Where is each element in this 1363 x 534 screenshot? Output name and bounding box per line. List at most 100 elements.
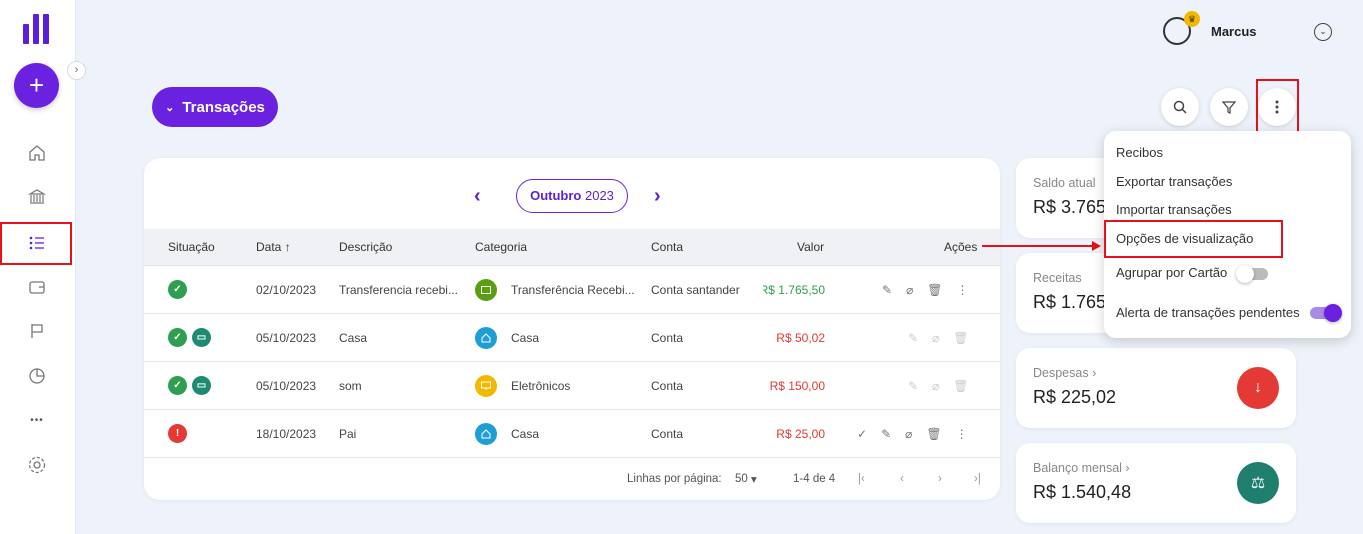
despesas-value: R$ 225,02 — [1033, 387, 1117, 407]
transfer-icon — [475, 278, 497, 301]
row-account: Conta — [651, 426, 684, 441]
kebab-icon[interactable]: ⋮ — [957, 283, 969, 297]
col-account[interactable]: Conta — [651, 229, 683, 265]
list-icon[interactable] — [25, 231, 49, 255]
trash-icon[interactable]: 🗑 — [927, 283, 942, 297]
annotation-arrow — [982, 241, 1101, 251]
row-account: Conta — [651, 378, 684, 393]
menu-item-importar[interactable]: Importar transações — [1116, 202, 1232, 217]
month-label: Outubro — [530, 188, 582, 203]
table-row[interactable]: ✓ ▭ 05/10/2023 Casa Casa Conta R$ 50,02 ✎… — [144, 314, 1000, 362]
attach-icon[interactable]: ⌀ — [906, 283, 913, 297]
avatar: ♛ — [1163, 11, 1200, 45]
attach-icon[interactable]: ⌀ — [932, 379, 939, 393]
search-button[interactable] — [1161, 88, 1199, 126]
row-value: R$ 50,02 — [776, 330, 825, 345]
row-category: Transferência Recebi... — [511, 282, 635, 297]
chevron-down-icon[interactable]: ⌄ — [1314, 23, 1332, 41]
flag-icon[interactable] — [25, 319, 49, 343]
row-value: R$ 25,00 — [776, 426, 825, 441]
row-value: R$ 1.765,50 — [763, 282, 825, 297]
check-circle-icon[interactable]: ✓ — [857, 427, 867, 441]
transactions-dropdown-button[interactable]: ⌄ Transações — [152, 87, 278, 127]
caret-down-icon: ▾ — [751, 474, 757, 486]
menu-item-exportar[interactable]: Exportar transações — [1116, 174, 1232, 189]
menu-item-agrupar: Agrupar por Cartão — [1116, 265, 1228, 280]
edit-icon[interactable]: ✎ — [908, 379, 918, 393]
trash-icon[interactable]: 🗑 — [953, 379, 968, 393]
table-row[interactable]: ! 18/10/2023 Pai Casa Conta R$ 25,00 ✓ ✎ ⌀… — [144, 410, 1000, 458]
rows-per-page-value: 50 — [735, 473, 748, 485]
col-status[interactable]: Situação — [168, 229, 215, 265]
col-date-label: Data — [256, 240, 282, 254]
rows-per-page-select[interactable]: 50 ▾ — [735, 464, 757, 494]
col-date[interactable]: Data ↑ — [256, 229, 291, 265]
add-transaction-button[interactable]: + — [14, 63, 59, 108]
next-month-button[interactable]: › — [654, 185, 661, 208]
row-account: Conta — [651, 330, 684, 345]
filter-button[interactable] — [1210, 88, 1248, 126]
user-name: Marcus — [1211, 23, 1257, 39]
year-label: 2023 — [584, 188, 614, 203]
more-options-menu: Recibos Exportar transações Importar tra… — [1104, 131, 1351, 338]
more-icon[interactable]: ••• — [25, 408, 49, 432]
arrow-up-icon: ↑ — [284, 240, 291, 254]
col-category[interactable]: Categoria — [475, 229, 527, 265]
despesas-label: Despesas › — [1033, 366, 1097, 380]
month-selector[interactable]: Outubro 2023 — [516, 179, 628, 213]
more-options-button[interactable] — [1258, 88, 1296, 126]
settings-icon[interactable] — [25, 453, 49, 477]
next-page-icon[interactable]: › — [938, 464, 942, 494]
prev-page-icon[interactable]: ‹ — [900, 464, 904, 494]
attach-icon[interactable]: ⌀ — [932, 331, 939, 345]
row-account: Conta santander — [651, 282, 740, 297]
menu-item-opcoes[interactable]: Opções de visualização — [1116, 231, 1253, 246]
check-icon: ✓ — [168, 280, 187, 299]
saldo-value: R$ 3.765 — [1033, 197, 1107, 217]
group-by-card-toggle[interactable] — [1236, 265, 1268, 283]
rows-per-page-label: Linhas por página: — [627, 473, 722, 485]
vertical-dots-icon — [1275, 100, 1279, 114]
row-date: 05/10/2023 — [256, 330, 317, 345]
table-row[interactable]: ✓ ▭ 05/10/2023 som Eletrônicos Conta R$ 1… — [144, 362, 1000, 410]
edit-icon[interactable]: ✎ — [908, 331, 918, 345]
col-value[interactable]: Valor — [797, 229, 824, 265]
col-desc[interactable]: Descrição — [339, 229, 392, 265]
sidebar-collapse-button[interactable]: › — [67, 61, 86, 80]
table-row[interactable]: ✓ 02/10/2023 Transferencia recebi... Tra… — [144, 266, 1000, 314]
balanco-value: R$ 1.540,48 — [1033, 482, 1132, 502]
despesas-card[interactable]: Despesas › R$ 225,02 ↓ — [1016, 348, 1296, 428]
card-icon: ▭ — [192, 376, 211, 395]
row-date: 18/10/2023 — [256, 426, 317, 441]
monitor-icon — [475, 374, 497, 397]
check-icon: ✓ — [168, 328, 187, 347]
balanco-card[interactable]: Balanço mensal › R$ 1.540,48 ⚖ — [1016, 443, 1296, 523]
filter-icon — [1222, 101, 1236, 114]
search-icon — [1173, 100, 1187, 114]
row-date: 02/10/2023 — [256, 282, 317, 297]
row-desc: Transferencia recebi... — [339, 282, 458, 297]
last-page-icon[interactable]: ›| — [974, 464, 981, 494]
pie-chart-icon[interactable] — [25, 364, 49, 388]
menu-item-recibos[interactable]: Recibos — [1116, 145, 1163, 160]
prev-month-button[interactable]: ‹ — [474, 185, 481, 208]
table-header: Situação Data ↑ Descrição Categoria Cont… — [144, 229, 1000, 266]
first-page-icon[interactable]: |‹ — [858, 464, 865, 494]
pending-alert-toggle[interactable] — [1310, 304, 1342, 322]
wallet-icon[interactable] — [25, 275, 49, 299]
app-logo[interactable] — [23, 12, 51, 44]
row-category: Eletrônicos — [511, 378, 571, 393]
row-category: Casa — [511, 426, 540, 441]
home-icon[interactable] — [25, 141, 49, 165]
edit-icon[interactable]: ✎ — [881, 427, 891, 441]
user-menu[interactable]: ♛ Marcus — [1163, 11, 1257, 45]
trash-icon[interactable]: 🗑 — [926, 427, 941, 441]
attach-icon[interactable]: ⌀ — [905, 427, 912, 441]
pagination-range: 1-4 de 4 — [793, 473, 836, 485]
bank-icon[interactable] — [25, 185, 49, 209]
trash-icon[interactable]: 🗑 — [953, 331, 968, 345]
edit-icon[interactable]: ✎ — [882, 283, 892, 297]
row-category: Casa — [511, 330, 540, 345]
kebab-icon[interactable]: ⋮ — [956, 427, 968, 441]
scale-icon: ⚖ — [1237, 462, 1279, 504]
